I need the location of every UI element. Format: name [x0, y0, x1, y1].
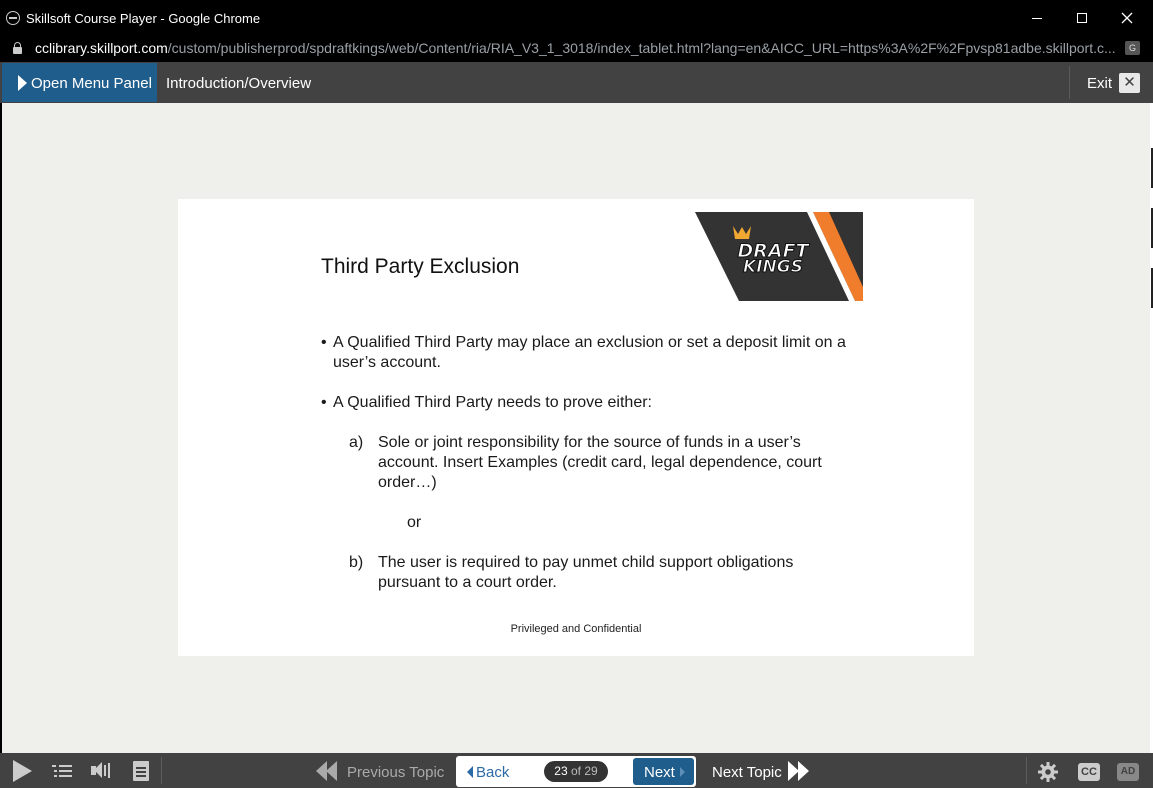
sub-item-b: b) The user is required to pay unmet chi…: [321, 553, 851, 593]
slide: Third Party Exclusion DRAFT KINGS A Qual…: [178, 199, 974, 656]
back-button[interactable]: Back: [467, 764, 509, 781]
draftkings-logo: DRAFT KINGS: [695, 212, 863, 301]
url-text[interactable]: cclibrary.skillport.com/custom/publisher…: [35, 40, 1115, 56]
double-left-arrow-icon: [316, 761, 340, 781]
page-navigation: Back 23 of 29 Next: [456, 756, 696, 787]
page-counter: 23 of 29: [544, 761, 608, 782]
double-right-arrow-icon: [788, 761, 812, 781]
previous-topic-label: Previous Topic: [347, 764, 445, 781]
gear-icon[interactable]: [1038, 762, 1058, 782]
header-divider: [1069, 66, 1070, 99]
exit-label[interactable]: Exit: [1087, 75, 1112, 92]
total-pages: of 29: [571, 764, 598, 778]
bullet-item: A Qualified Third Party needs to prove e…: [321, 393, 851, 413]
close-icon: [1121, 12, 1133, 24]
next-topic-label: Next Topic: [712, 764, 782, 781]
address-bar[interactable]: cclibrary.skillport.com/custom/publisher…: [0, 36, 1153, 62]
right-arrow-icon: [680, 767, 685, 777]
minimize-icon: [1032, 17, 1042, 19]
sub-item-text: The user is required to pay unmet child …: [378, 554, 794, 591]
confidentiality-note: Privileged and Confidential: [510, 623, 642, 635]
sub-item-a: a) Sole or joint responsibility for the …: [321, 433, 851, 493]
browser-title-bar: Skillsoft Course Player - Google Chrome: [0, 0, 1153, 36]
lock-icon: [13, 42, 22, 54]
toolbar-divider: [161, 757, 162, 784]
svg-text:KINGS: KINGS: [743, 257, 803, 277]
next-label: Next: [644, 764, 675, 781]
globe-icon: [6, 11, 20, 25]
audio-description-icon[interactable]: AD: [1117, 763, 1139, 781]
next-button[interactable]: Next: [633, 758, 694, 785]
course-header: Open Menu Panel Introduction/Overview Ex…: [0, 62, 1153, 103]
url-host: cclibrary.skillport.com: [35, 40, 168, 56]
translate-icon[interactable]: G: [1125, 41, 1140, 55]
current-page: 23: [554, 764, 568, 778]
or-text: or: [407, 514, 422, 531]
open-menu-panel-label: Open Menu Panel: [31, 75, 152, 92]
closed-captions-icon[interactable]: CC: [1078, 763, 1100, 781]
slide-title: Third Party Exclusion: [321, 255, 520, 278]
topic-title: Introduction/Overview: [166, 75, 312, 92]
window-title: Skillsoft Course Player - Google Chrome: [26, 11, 261, 26]
exit-close-icon[interactable]: ✕: [1119, 73, 1140, 93]
player-toolbar: Previous Topic Back 23 of 29 Next Next T…: [0, 753, 1153, 788]
maximize-button[interactable]: [1059, 0, 1105, 36]
back-label: Back: [476, 764, 510, 781]
minimize-button[interactable]: [1014, 0, 1060, 36]
play-icon[interactable]: [10, 753, 34, 788]
sub-item-text: Sole or joint responsibility for the sou…: [378, 434, 822, 491]
outline-list-icon[interactable]: [50, 753, 74, 788]
bullet-item: A Qualified Third Party may place an exc…: [321, 333, 851, 373]
open-menu-panel-button[interactable]: Open Menu Panel: [2, 63, 157, 102]
left-arrow-icon: [467, 766, 473, 778]
audio-icon[interactable]: [90, 753, 112, 788]
transcript-document-icon[interactable]: [131, 753, 151, 788]
close-window-button[interactable]: [1104, 0, 1150, 36]
play-arrow-icon: [18, 75, 27, 91]
url-path: /custom/publisherprod/spdraftkings/web/C…: [167, 40, 1115, 56]
slide-body: A Qualified Third Party may place an exc…: [321, 333, 851, 593]
toolbar-divider: [1026, 757, 1027, 784]
maximize-icon: [1077, 13, 1087, 24]
sub-item-marker: b): [349, 554, 364, 571]
sub-item-marker: a): [349, 434, 364, 451]
